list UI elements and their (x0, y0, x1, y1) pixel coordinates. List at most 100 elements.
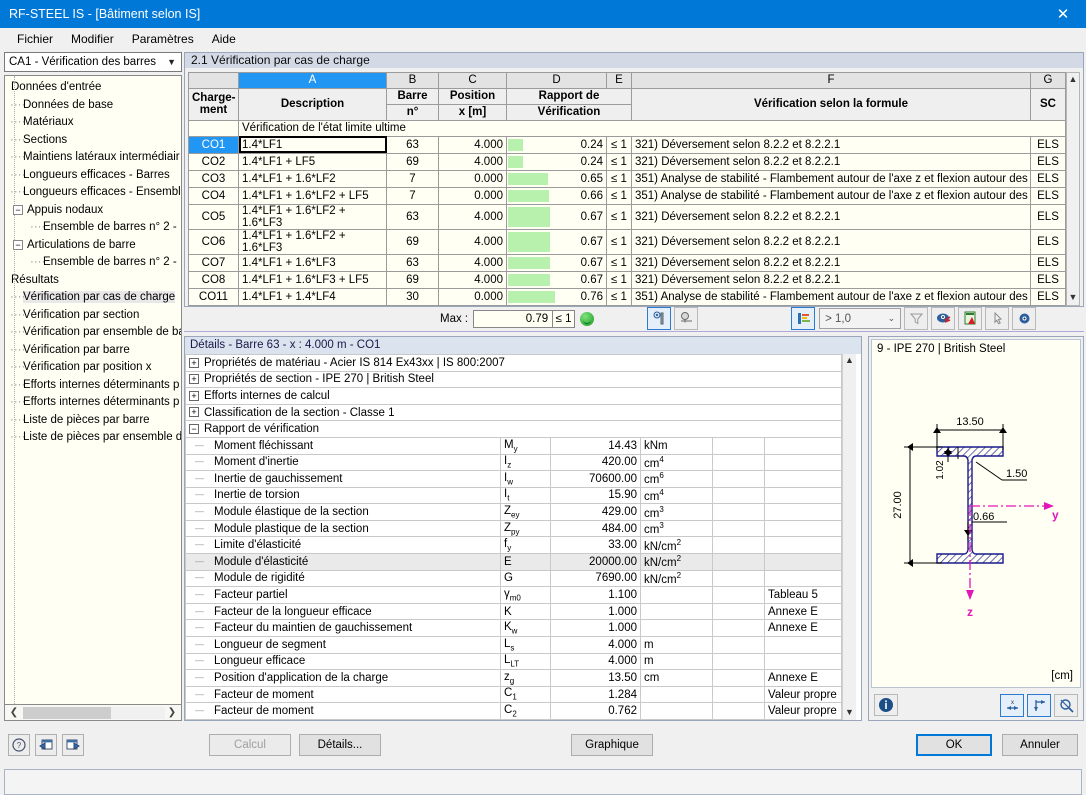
row-description[interactable]: 1.4*LF1 + 1.6*LF3 + LF5 (238, 270, 387, 289)
details-expander-icon[interactable]: + (189, 357, 199, 368)
scroll-track[interactable] (111, 706, 165, 719)
row-description[interactable]: 1.4*LF1 + LF5 (238, 152, 387, 171)
tree-item-12[interactable]: Vérification par cas de charge (7, 289, 181, 307)
max-value-field[interactable]: 0.79 (473, 309, 554, 328)
row-description[interactable]: 1.4*LF1 + 1.6*LF3 (238, 253, 387, 272)
details-group-cell[interactable]: + Propriétés de section - IPE 270 | Briti… (185, 370, 843, 389)
next-icon[interactable] (62, 734, 84, 756)
filter-threshold-select[interactable]: > 1,0 ⌄ (819, 308, 902, 330)
tree-horizontal-scrollbar[interactable]: ❮ ❯ (4, 705, 182, 721)
details-group-row[interactable]: − Rapport de vérification (185, 420, 843, 438)
view-icon[interactable] (1012, 307, 1037, 331)
details-table[interactable]: + Propriétés de matériau - Acier IS 814 E… (185, 353, 843, 720)
tree-item-0[interactable]: Données d'entrée (7, 79, 181, 97)
details-group-row[interactable]: + Efforts internes de calcul (185, 387, 843, 405)
table-row[interactable]: CO5 1.4*LF1 + 1.6*LF2 + 1.6*LF3 63 4.000 0.6… (188, 203, 1066, 230)
row-loadcase[interactable]: CO8 (188, 270, 239, 289)
details-group-row[interactable]: + Propriétés de section - IPE 270 | Briti… (185, 370, 843, 389)
details-body[interactable]: + Propriétés de matériau - Acier IS 814 E… (185, 353, 861, 720)
zoom-reset-icon[interactable] (1054, 693, 1078, 717)
row-description[interactable]: 1.4*LF1 + 1.6*LF2 + 1.6*LF3 (238, 228, 387, 255)
details-vertical-scrollbar[interactable]: ▲ ▼ (842, 353, 857, 720)
tree-item-6[interactable]: Longueurs efficaces - Ensemble (7, 184, 181, 202)
row-loadcase[interactable]: CO5 (188, 203, 239, 230)
tree-item-13[interactable]: Vérification par section (7, 307, 181, 325)
details-group-cell[interactable]: + Classification de la section - Classe 1 (185, 403, 843, 422)
menu-item-modifier[interactable]: Modifier (62, 30, 123, 48)
row-loadcase[interactable]: CO11 (188, 287, 239, 306)
help-icon[interactable]: ? (8, 734, 30, 756)
info-icon[interactable] (874, 694, 898, 716)
details-group-cell[interactable]: + Efforts internes de calcul (185, 387, 843, 405)
table-row[interactable]: CO3 1.4*LF1 + 1.6*LF2 7 0.000 0.65 ≤ 1 351) An… (188, 169, 1066, 188)
navigation-tree[interactable]: Données d'entrée Données de base Matériaux… (4, 75, 182, 705)
tree-item-1[interactable]: Données de base (7, 97, 181, 115)
colhdr-f[interactable]: F (631, 71, 1031, 89)
tree-item-18[interactable]: Efforts internes déterminants p (7, 394, 181, 412)
details-expander-icon[interactable]: + (189, 374, 199, 385)
table-row[interactable]: CO11 1.4*LF1 + 1.4*LF4 30 0.000 0.76 ≤ 1 351) … (188, 287, 1066, 306)
color-bars-icon[interactable] (791, 307, 816, 331)
dimension-x-icon[interactable]: x (1000, 693, 1024, 717)
tree-item-10[interactable]: Ensemble de barres n° 2 - (7, 254, 181, 272)
result-diagram-icon[interactable] (674, 307, 699, 331)
colhdr-c[interactable]: C (438, 71, 507, 89)
previous-icon[interactable] (35, 734, 57, 756)
tree-item-2[interactable]: Matériaux (7, 114, 181, 132)
row-description[interactable]: 1.4*LF1 + 1.6*LF2 + 1.6*LF3 (238, 203, 387, 230)
tree-item-9[interactable]: − Articulations de barre (7, 237, 181, 255)
scroll-left-icon[interactable]: ❮ (7, 707, 21, 718)
graphique-button[interactable]: Graphique (571, 734, 653, 756)
menu-item-parametres[interactable]: Paramètres (123, 30, 203, 48)
details-group-row[interactable]: + Classification de la section - Classe 1 (185, 403, 843, 422)
table-row[interactable]: CO4 1.4*LF1 + 1.6*LF2 + LF5 7 0.000 0.66 ≤ 13… (188, 186, 1066, 205)
menu-item-aide[interactable]: Aide (203, 30, 245, 48)
result-values-icon[interactable] (647, 307, 672, 331)
colhdr-b[interactable]: B (386, 71, 439, 89)
ok-button[interactable]: OK (916, 734, 992, 756)
tree-item-11[interactable]: Résultats (7, 272, 181, 290)
details-group-row[interactable]: + Propriétés de matériau - Acier IS 814 E… (185, 353, 843, 372)
pointer-select-icon[interactable] (985, 307, 1010, 331)
table-body[interactable]: Vérification de l'état limite ultime CO1 1… (188, 119, 1066, 306)
details-expander-icon[interactable]: + (189, 390, 199, 401)
tree-expander-icon[interactable]: − (13, 205, 23, 215)
navigator-select[interactable]: CA1 - Vérification des barres en ▼ (4, 52, 182, 72)
details-group-cell[interactable]: + Propriétés de matériau - Acier IS 814 E… (185, 353, 843, 372)
annuler-button[interactable]: Annuler (1002, 734, 1078, 756)
results-table[interactable]: A B C D E F G Charge- ment Description B… (188, 71, 1066, 306)
table-row[interactable]: CO6 1.4*LF1 + 1.6*LF2 + 1.6*LF3 69 4.000 0.6… (188, 228, 1066, 255)
tree-expander-icon[interactable]: − (13, 240, 23, 250)
table-row[interactable]: CO2 1.4*LF1 + LF5 69 4.000 0.24 ≤ 1 321) Déver… (188, 152, 1066, 171)
print-icon[interactable] (931, 307, 956, 331)
colhdr-a[interactable]: A (238, 71, 387, 89)
details-button[interactable]: Détails... (299, 734, 381, 756)
scroll-down-icon[interactable]: ▼ (1067, 290, 1079, 305)
row-description[interactable]: 1.4*LF1 + 1.6*LF2 + LF5 (238, 186, 387, 205)
row-loadcase[interactable]: CO1 (188, 135, 239, 154)
row-loadcase[interactable]: CO3 (188, 169, 239, 188)
colhdr-g[interactable]: G (1030, 71, 1066, 89)
details-group-cell[interactable]: − Rapport de vérification (185, 420, 843, 438)
close-icon[interactable]: ✕ (1040, 0, 1086, 28)
tree-item-19[interactable]: Liste de pièces par barre (7, 412, 181, 430)
table-row[interactable]: CO8 1.4*LF1 + 1.6*LF3 + LF5 69 4.000 0.67 ≤ 1… (188, 270, 1066, 289)
row-description[interactable]: 1.4*LF1 (238, 135, 387, 154)
scroll-up-icon[interactable]: ▲ (1067, 72, 1079, 87)
tree-item-14[interactable]: Vérification par ensemble de ba (7, 324, 181, 342)
axes-icon[interactable] (1027, 693, 1051, 717)
tree-item-3[interactable]: Sections (7, 132, 181, 150)
scroll-down-icon[interactable]: ▼ (843, 706, 857, 720)
scroll-up-icon[interactable]: ▲ (843, 353, 857, 368)
row-loadcase[interactable]: CO2 (188, 152, 239, 171)
menu-item-fichier[interactable]: Fichier (8, 30, 62, 48)
excel-export-icon[interactable] (958, 307, 983, 331)
tree-item-8[interactable]: Ensemble de barres n° 2 - (7, 219, 181, 237)
row-loadcase[interactable]: CO6 (188, 228, 239, 255)
table-vertical-scrollbar[interactable]: ▲ ▼ (1066, 71, 1080, 306)
tree-item-4[interactable]: Maintiens latéraux intermédiair (7, 149, 181, 167)
colhdr-d[interactable]: D (506, 71, 607, 89)
table-row[interactable]: CO7 1.4*LF1 + 1.6*LF3 63 4.000 0.67 ≤ 1 321) D… (188, 253, 1066, 272)
tree-item-7[interactable]: − Appuis nodaux (7, 202, 181, 220)
row-loadcase[interactable]: CO7 (188, 253, 239, 272)
